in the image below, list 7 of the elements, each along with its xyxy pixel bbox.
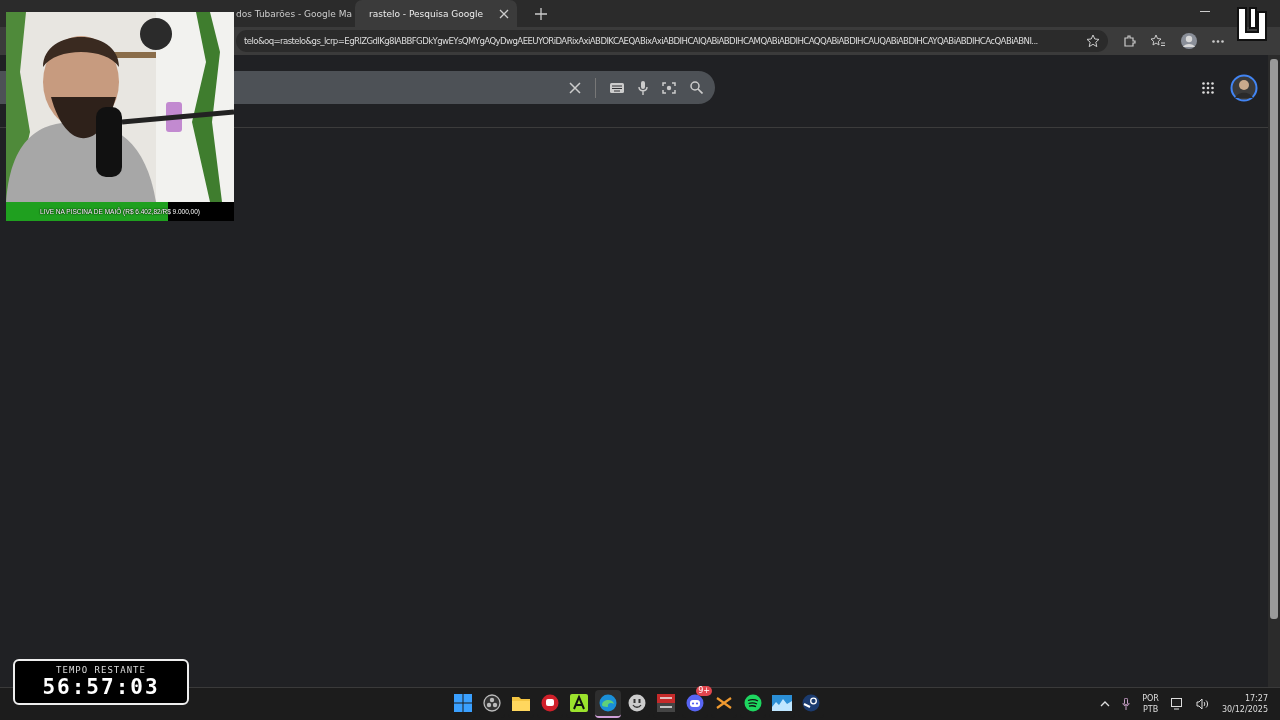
language-indicator[interactable]: POR PTB	[1142, 693, 1159, 715]
countdown-time: 56:57:03	[42, 675, 160, 699]
notification-badge: 9+	[696, 686, 712, 696]
countdown-label: TEMPO RESTANTE	[56, 665, 146, 675]
browser-tab[interactable]: rastelo - Pesquisa Google	[355, 0, 517, 27]
clock[interactable]: 17:27 30/12/2025	[1221, 693, 1268, 715]
address-bar[interactable]: telo&oq=rastelo&gs_lcrp=EgRlZGdlKg8IABBFGDkYgwEYsQMYgAQyDwgAEEUYORiDARixAxiABDIKCAEQABixAxiABDIHCAIQABiABDIHCAMQABiABDIHCAQQABiABDIHCAUQABiABDIHCAYQABiABDIHCAcQABiABNI...	[236, 30, 1108, 52]
